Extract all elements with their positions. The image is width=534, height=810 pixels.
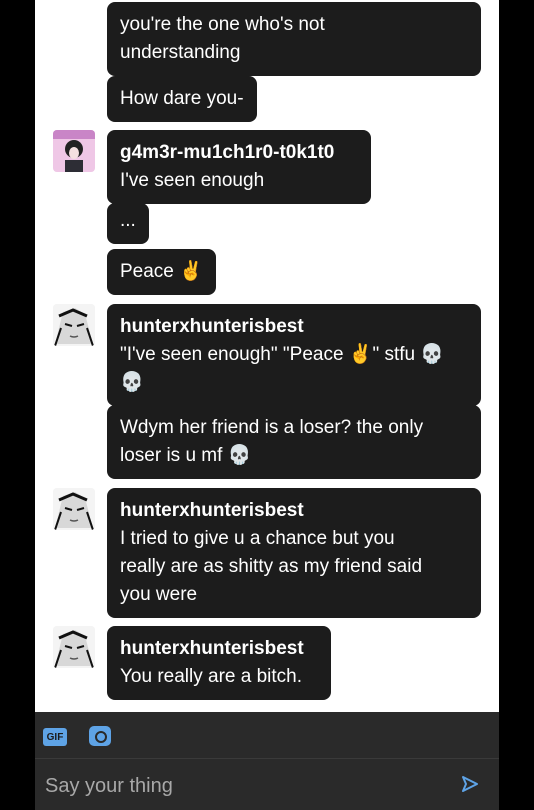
- anime-avatar-icon: [53, 130, 95, 172]
- message-bubble: ...: [107, 203, 149, 244]
- message-bubble: hunterxhunterisbest "I've seen enough" "…: [107, 304, 481, 406]
- message-text: you're the one who's not understanding: [120, 14, 325, 63]
- manga-avatar-icon: [53, 488, 95, 530]
- send-icon[interactable]: [461, 775, 479, 793]
- message-bubble: How dare you-: [107, 76, 257, 122]
- message-bubble: you're the one who's not understanding: [107, 2, 481, 76]
- message-text: I've seen enough: [120, 170, 265, 191]
- camera-icon[interactable]: [89, 726, 111, 746]
- manga-avatar-icon: [53, 304, 95, 346]
- screen: you're the one who's not understanding H…: [0, 0, 534, 810]
- message-bubble: hunterxhunterisbest I tried to give u a …: [107, 488, 481, 618]
- sender-name[interactable]: hunterxhunterisbest: [120, 313, 468, 341]
- message-text: Peace ✌️: [120, 261, 203, 282]
- composer-toolbar: GIF: [35, 712, 499, 758]
- message-text: ...: [120, 210, 136, 231]
- gif-button[interactable]: GIF: [43, 728, 67, 746]
- input-placeholder[interactable]: Say your thing: [45, 775, 173, 798]
- message-bubble: Wdym her friend is a loser? the only los…: [107, 405, 481, 479]
- message-bubble: g4m3r-mu1ch1r0-t0k1t0 I've seen enough: [107, 130, 371, 204]
- avatar-g4m3r[interactable]: [53, 130, 95, 172]
- avatar-hunterxhunterisbest[interactable]: [53, 304, 95, 346]
- message-bubble: hunterxhunterisbest You really are a bit…: [107, 626, 331, 700]
- message-text: How dare you-: [120, 88, 244, 109]
- message-text: Wdym her friend is a loser? the only los…: [120, 417, 424, 466]
- message-text: "I've seen enough" "Peace ✌️" stfu 💀 💀: [120, 344, 445, 393]
- message-input[interactable]: Say your thing: [35, 758, 499, 810]
- sender-name[interactable]: g4m3r-mu1ch1r0-t0k1t0: [120, 139, 358, 167]
- chat-panel: you're the one who's not understanding H…: [35, 0, 499, 712]
- sender-name[interactable]: hunterxhunterisbest: [120, 497, 468, 525]
- sender-name[interactable]: hunterxhunterisbest: [120, 635, 318, 663]
- manga-avatar-icon: [53, 626, 95, 668]
- message-bubble: Peace ✌️: [107, 249, 216, 295]
- message-text: I tried to give u a chance but you reall…: [120, 528, 423, 605]
- avatar-hunterxhunterisbest[interactable]: [53, 488, 95, 530]
- message-text: You really are a bitch.: [120, 666, 303, 687]
- avatar-hunterxhunterisbest[interactable]: [53, 626, 95, 668]
